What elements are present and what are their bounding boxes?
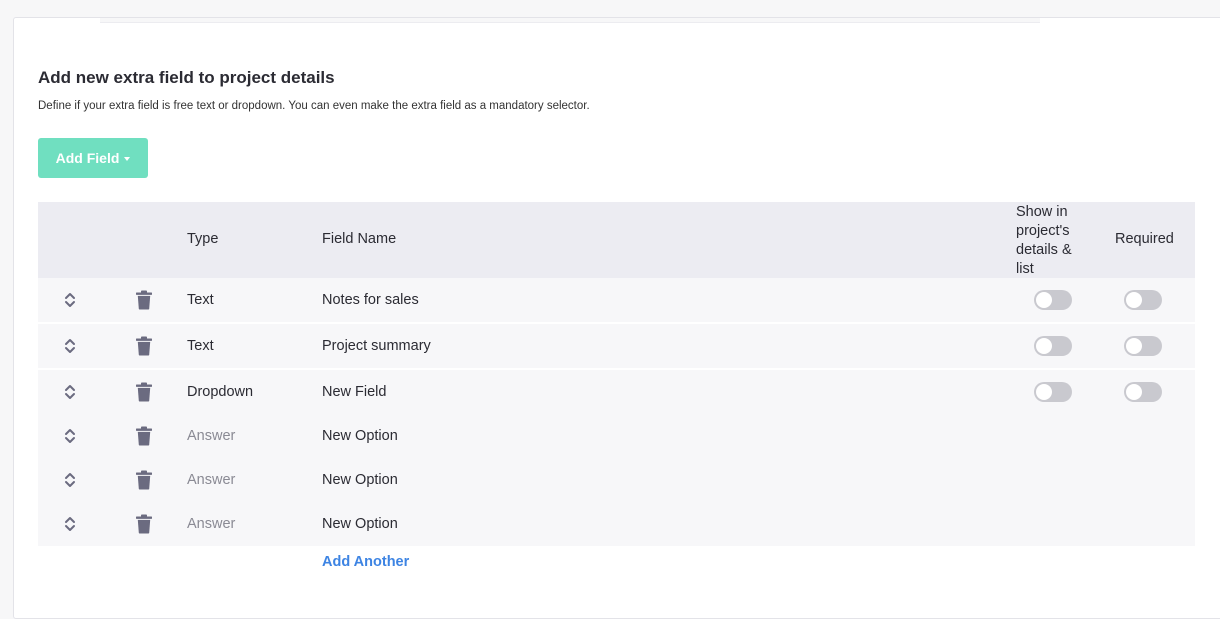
row-type: Dropdown: [187, 384, 254, 400]
trash-icon[interactable]: [136, 514, 152, 534]
header-type: Type: [187, 231, 219, 247]
add-field-label: Add Field: [55, 150, 120, 166]
trash-icon[interactable]: [136, 426, 152, 446]
section-title: Add new extra field to project details: [38, 68, 335, 87]
reorder-icon[interactable]: [63, 514, 77, 534]
toggle-knob: [1036, 292, 1052, 308]
trash-icon[interactable]: [136, 336, 152, 356]
field-row: Dropdown New Field: [38, 370, 1195, 414]
row-field-name[interactable]: New Option: [322, 428, 398, 444]
row-type: Text: [187, 338, 214, 354]
table-body: Text Notes for sales Text Project summary Dr…: [38, 278, 1195, 546]
row-field-name: Project summary: [322, 338, 431, 354]
row-type: Answer: [187, 472, 236, 488]
field-row: Text Notes for sales: [38, 278, 1195, 324]
toggle-knob: [1126, 384, 1142, 400]
toggle-knob: [1036, 384, 1052, 400]
caret-down-icon: [124, 156, 131, 161]
row-field-name[interactable]: New Option: [322, 516, 398, 532]
reorder-icon[interactable]: [63, 470, 77, 490]
required-toggle[interactable]: [1124, 382, 1162, 402]
row-field-name: Notes for sales: [322, 292, 419, 308]
option-row: Answer New Option: [38, 502, 1195, 546]
trash-icon[interactable]: [136, 290, 152, 310]
option-row: Answer New Option: [38, 414, 1195, 458]
show-in-details-toggle[interactable]: [1034, 290, 1072, 310]
option-row: Answer New Option: [38, 458, 1195, 502]
top-divider: [100, 18, 1040, 23]
header-field-name: Field Name: [322, 231, 397, 247]
trash-icon[interactable]: [136, 470, 152, 490]
row-field-name: New Field: [322, 384, 387, 400]
field-row: Text Project summary: [38, 324, 1195, 370]
add-field-button[interactable]: Add Field: [38, 138, 148, 178]
header-required: Required: [1115, 231, 1174, 247]
show-in-details-toggle[interactable]: [1034, 382, 1072, 402]
header-show-in-details: Show in project's details & list: [1016, 204, 1072, 277]
extra-fields-table: Type Field Name Show in project's detail…: [38, 202, 1195, 546]
toggle-knob: [1126, 292, 1142, 308]
row-field-name[interactable]: New Option: [322, 472, 398, 488]
toggle-knob: [1126, 338, 1142, 354]
section-description: Define if your extra field is free text …: [38, 100, 590, 112]
required-toggle[interactable]: [1124, 290, 1162, 310]
row-type: Answer: [187, 516, 236, 532]
show-in-details-toggle[interactable]: [1034, 336, 1072, 356]
row-type: Text: [187, 292, 214, 308]
reorder-icon[interactable]: [63, 290, 77, 310]
reorder-icon[interactable]: [63, 336, 77, 356]
table-header: Type Field Name Show in project's detail…: [38, 202, 1195, 278]
required-toggle[interactable]: [1124, 336, 1162, 356]
reorder-icon[interactable]: [63, 382, 77, 402]
toggle-knob: [1036, 338, 1052, 354]
add-another-link[interactable]: Add Another: [322, 554, 409, 570]
reorder-icon[interactable]: [63, 426, 77, 446]
trash-icon[interactable]: [136, 382, 152, 402]
row-type: Answer: [187, 428, 236, 444]
